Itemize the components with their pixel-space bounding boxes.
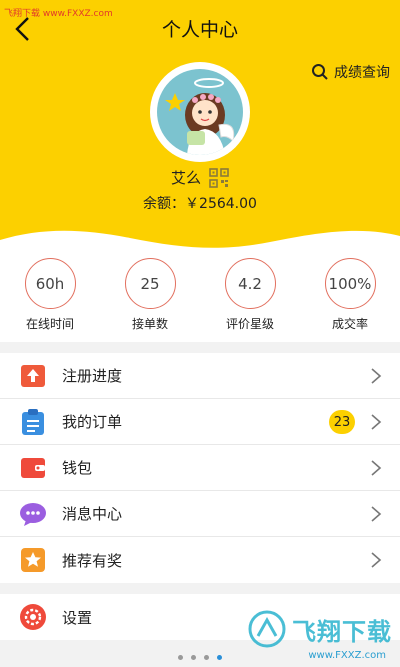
- clipboard-icon: [20, 408, 46, 435]
- score-query-button[interactable]: 成绩查询: [311, 62, 390, 82]
- order-count-badge: 23: [329, 410, 355, 434]
- menu-item-registration-progress[interactable]: 注册进度: [0, 353, 400, 399]
- upload-icon: [20, 363, 46, 389]
- avatar-image: [157, 69, 243, 155]
- wallet-icon: [20, 455, 46, 481]
- menu-label: 我的订单: [62, 413, 123, 431]
- chevron-right-icon: [371, 552, 382, 568]
- stat-value: 4.2: [224, 258, 276, 309]
- chevron-right-icon: [371, 414, 382, 430]
- search-icon: [312, 64, 328, 80]
- brand-logo-icon: [248, 610, 286, 648]
- stat-label: 接单数: [131, 317, 168, 331]
- brand-name: 飞翔下载: [292, 617, 392, 646]
- stat-label: 成交率: [331, 317, 368, 331]
- balance-text: 余额：￥2564.00: [143, 196, 257, 212]
- qr-code-icon[interactable]: [209, 167, 229, 188]
- menu-item-referral-reward[interactable]: 推荐有奖: [0, 537, 400, 583]
- menu-label: 设置: [62, 608, 93, 627]
- chevron-right-icon: [371, 506, 382, 522]
- menu-label: 推荐有奖: [62, 551, 123, 570]
- page-dot: [178, 655, 183, 660]
- menu-label: 钱包: [62, 459, 93, 477]
- stat-value: 100%: [324, 258, 376, 309]
- menu-label: 消息中心: [62, 505, 123, 523]
- stat-rating: 4.2 评价星级: [200, 250, 300, 342]
- star-badge-icon: [20, 547, 46, 573]
- menu-item-wallet[interactable]: 钱包: [0, 445, 400, 491]
- avatar[interactable]: [150, 62, 250, 162]
- page-dot: [191, 655, 196, 660]
- username: 艾么: [170, 169, 201, 187]
- stat-value: 25: [124, 258, 176, 309]
- page-dot: [204, 655, 209, 660]
- score-query-label: 成绩查询: [334, 65, 390, 81]
- page-title: 个人中心: [161, 19, 238, 41]
- stat-label: 在线时间: [25, 317, 74, 331]
- menu-item-my-orders[interactable]: 我的订单 23: [0, 399, 400, 445]
- profile-header: 飞翔下载 www.FXXZ.com 个人中心 成绩查询 艾么 余额：￥2564.…: [0, 0, 400, 250]
- gear-icon: [20, 604, 46, 630]
- stats-row: 60h 在线时间 25 接单数 4.2 评价星级 100% 成交率: [0, 250, 400, 342]
- menu-item-message-center[interactable]: 消息中心: [0, 491, 400, 537]
- chevron-right-icon: [371, 368, 382, 384]
- page-indicator: [0, 648, 400, 667]
- menu-label: 注册进度: [62, 367, 123, 385]
- stat-label: 评价星级: [225, 317, 274, 331]
- username-row: 艾么: [0, 167, 400, 188]
- wave-divider: [0, 230, 400, 250]
- stat-online-time: 60h 在线时间: [0, 250, 100, 342]
- page-dot-active: [217, 655, 222, 660]
- menu-list: 注册进度 我的订单 23 钱包 消息中心 推荐有奖: [0, 353, 400, 583]
- chevron-right-icon: [371, 460, 382, 476]
- stat-orders-taken: 25 接单数: [100, 250, 200, 342]
- brand-logo: 飞翔下载: [248, 610, 392, 648]
- stat-deal-rate: 100% 成交率: [300, 250, 400, 342]
- stat-value: 60h: [24, 258, 76, 309]
- chat-bubble-icon: [20, 501, 46, 527]
